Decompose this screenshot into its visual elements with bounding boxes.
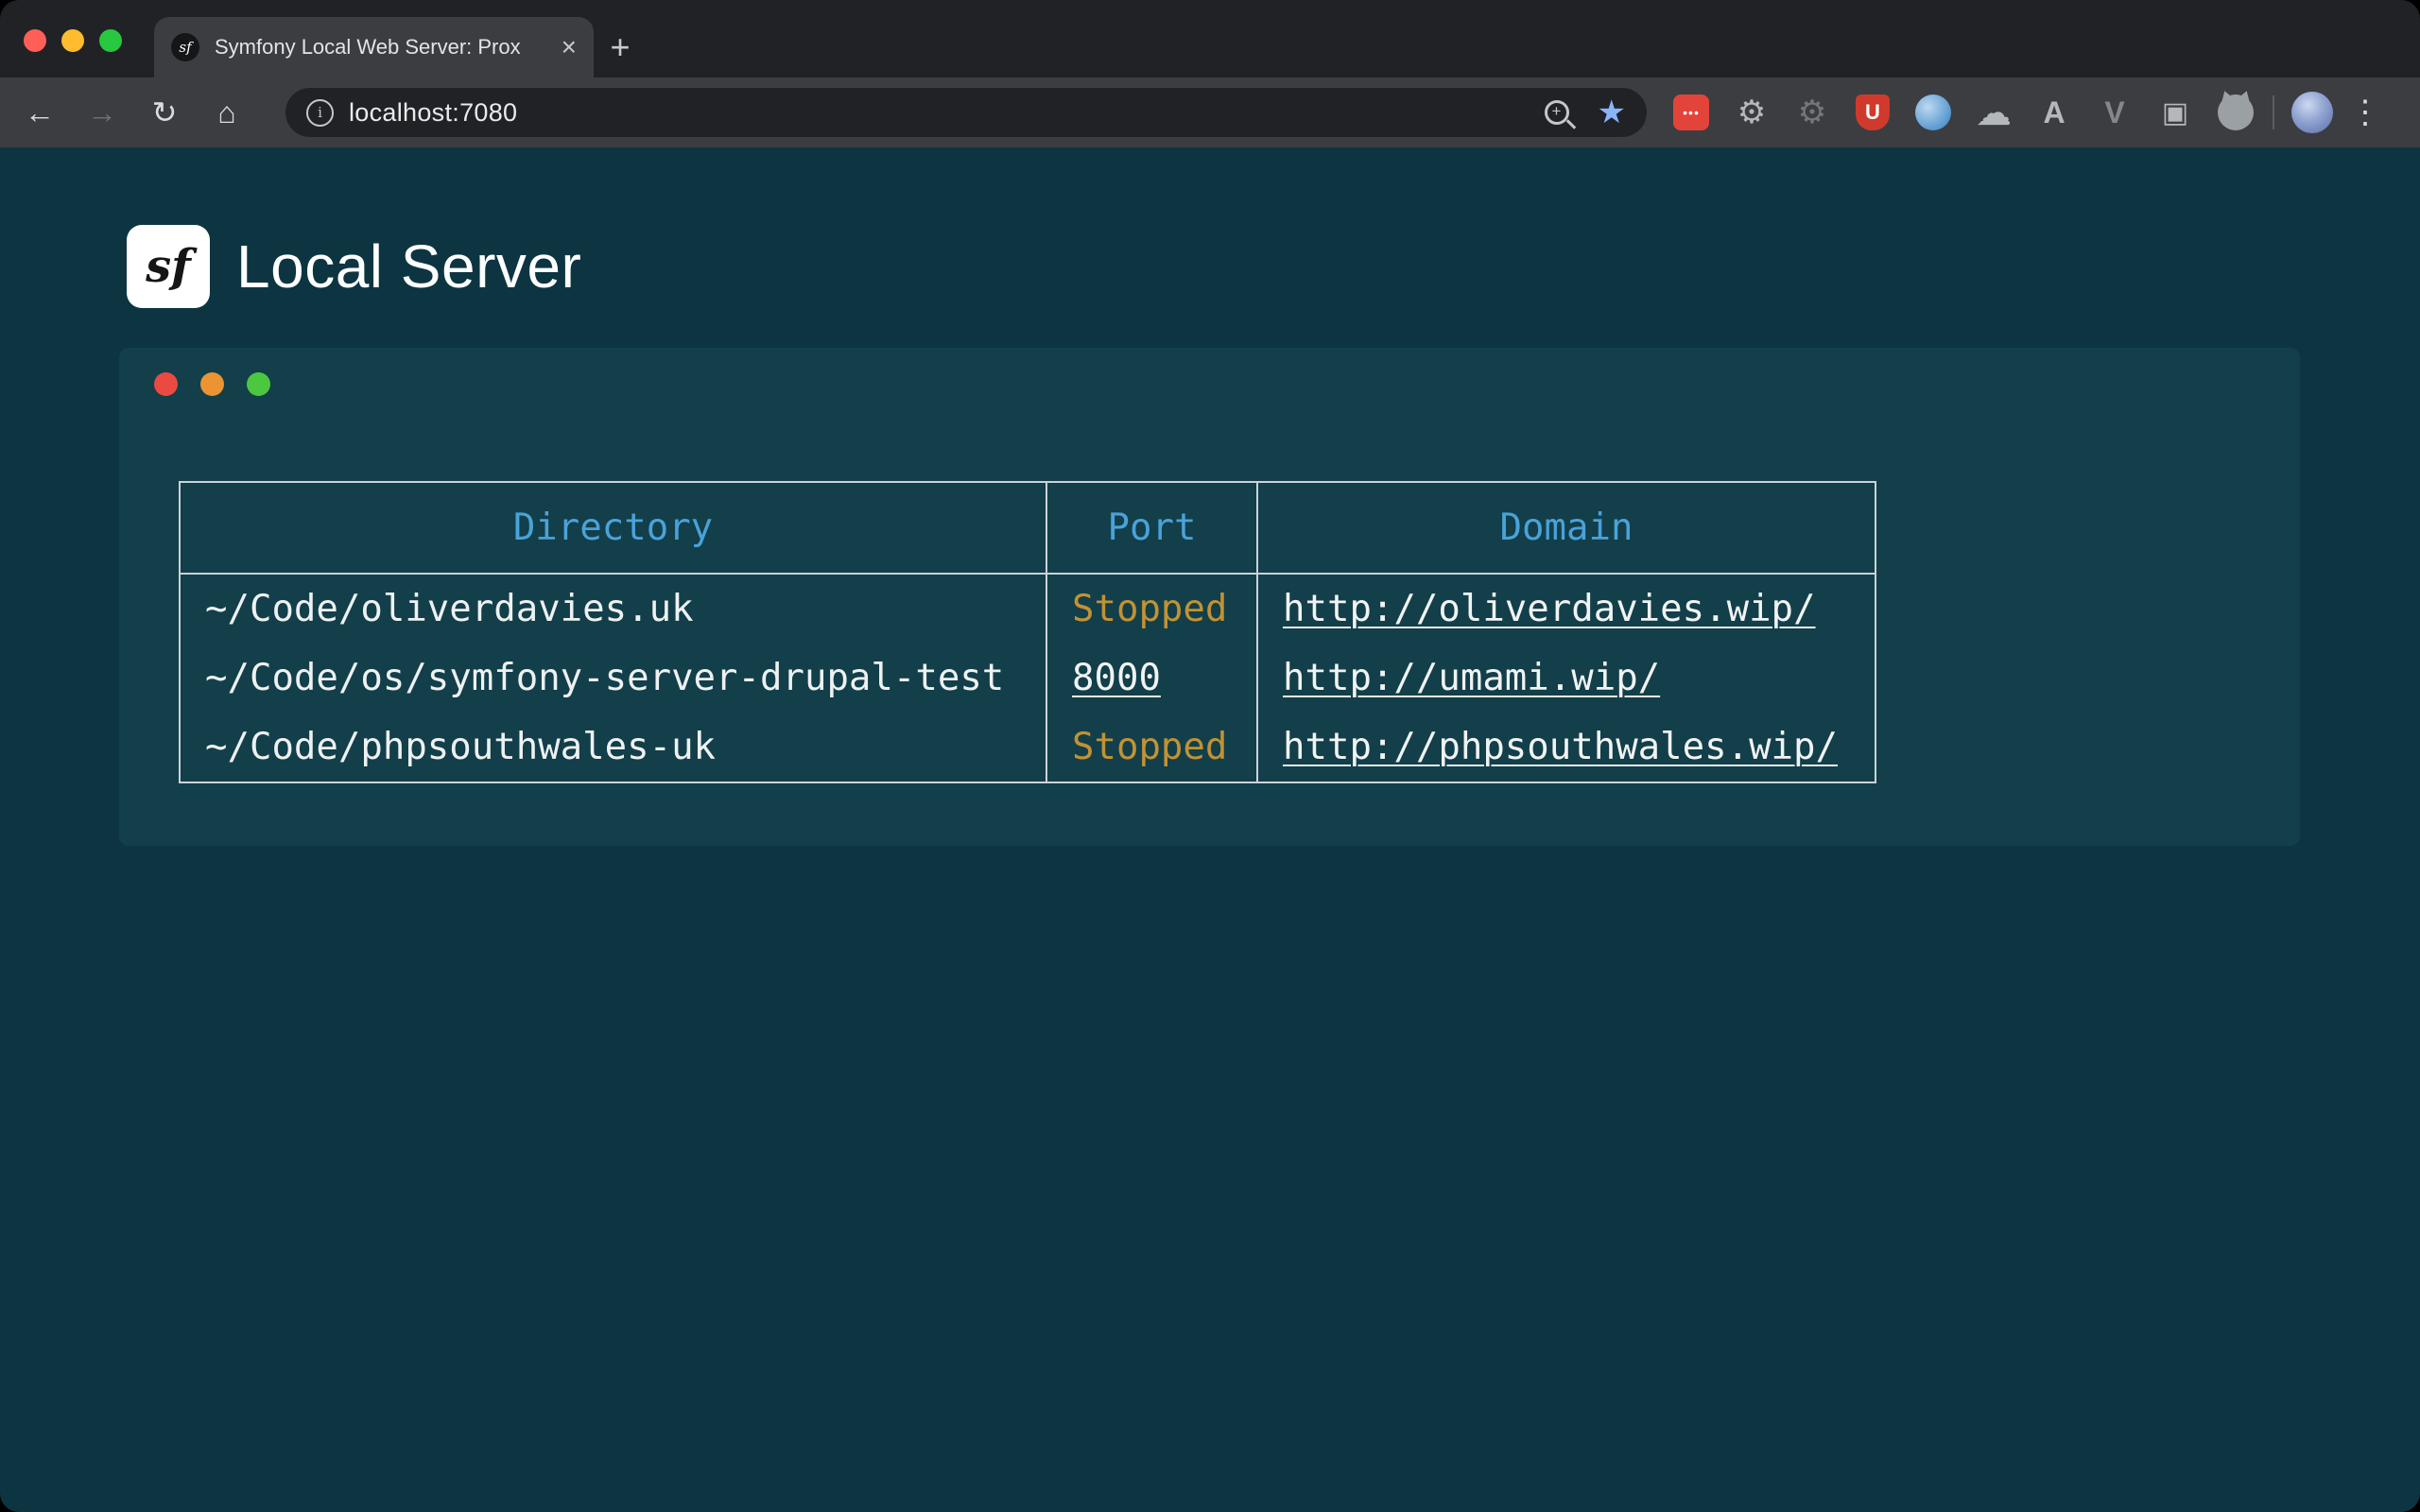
port-link[interactable]: 8000 xyxy=(1072,657,1161,699)
servers-table: Directory Port Domain ~/Code/oliverdavie… xyxy=(179,481,1876,783)
table-header-row: Directory Port Domain xyxy=(180,482,1876,574)
letter-a-extension-icon[interactable]: A xyxy=(2034,93,2074,132)
directory-cell: ~/Code/oliverdavies.uk xyxy=(180,574,1046,644)
minimize-window-button[interactable] xyxy=(61,29,84,52)
dark-gear-extension-icon[interactable]: ⚙ xyxy=(1792,93,1832,132)
octocat-badge xyxy=(2218,94,2254,130)
gear-extension-icon[interactable]: ⚙ xyxy=(1732,93,1772,132)
symfony-logo: sf xyxy=(127,225,210,308)
directory-cell: ~/Code/phpsouthwales-uk xyxy=(180,713,1046,782)
page-content: sf Local Server Directory Port Domain xyxy=(0,147,2420,1512)
back-button[interactable]: ← xyxy=(15,88,64,137)
card-traffic-lights xyxy=(154,372,270,396)
red-dots-extension-icon[interactable]: ••• xyxy=(1671,93,1711,132)
close-window-button[interactable] xyxy=(24,29,46,52)
forward-button[interactable]: → xyxy=(78,88,127,137)
cloud-extension-icon[interactable]: ☁ xyxy=(1974,93,2014,132)
domain-cell: http://umami.wip/ xyxy=(1257,644,1876,713)
reload-button[interactable]: ↻ xyxy=(140,88,189,137)
browser-window: sf Symfony Local Web Server: Prox × + ← … xyxy=(0,0,2420,1512)
domain-cell: http://oliverdavies.wip/ xyxy=(1257,574,1876,644)
vimium-extension-icon[interactable]: V xyxy=(2095,93,2135,132)
blue-circle-extension-icon[interactable] xyxy=(1913,93,1953,132)
column-header-domain: Domain xyxy=(1257,482,1876,574)
domain-link[interactable]: http://oliverdavies.wip/ xyxy=(1283,588,1816,630)
status-stopped: Stopped xyxy=(1072,588,1227,630)
red-dots-badge: ••• xyxy=(1673,94,1709,130)
tab-title: Symfony Local Web Server: Prox xyxy=(215,35,546,60)
url-text[interactable]: localhost:7080 xyxy=(349,98,517,128)
extensions-area: ••• ⚙ ⚙ U ☁ A V ▣ xyxy=(1671,93,2256,132)
home-button[interactable]: ⌂ xyxy=(202,88,251,137)
port-cell: 8000 xyxy=(1046,644,1257,713)
card-green-dot xyxy=(247,372,270,396)
new-tab-button[interactable]: + xyxy=(594,17,647,77)
status-stopped: Stopped xyxy=(1072,726,1227,768)
directory-cell: ~/Code/os/symfony-server-drupal-test xyxy=(180,644,1046,713)
toolbar-separator xyxy=(2273,95,2274,129)
browser-menu-icon[interactable]: ⋮ xyxy=(2346,94,2384,131)
column-header-port: Port xyxy=(1046,482,1257,574)
browser-tab[interactable]: sf Symfony Local Web Server: Prox × xyxy=(154,17,594,77)
site-info-icon[interactable]: i xyxy=(306,99,334,127)
tab-strip: sf Symfony Local Web Server: Prox × + xyxy=(0,0,2420,77)
domain-cell: http://phpsouthwales.wip/ xyxy=(1257,713,1876,782)
browser-toolbar: ← → ↻ ⌂ i localhost:7080 ★ ••• ⚙ ⚙ U ☁ A… xyxy=(0,77,2420,147)
symfony-favicon-icon: sf xyxy=(171,33,199,61)
card-orange-dot xyxy=(200,372,224,396)
zoom-icon[interactable] xyxy=(1545,100,1569,125)
card-red-dot xyxy=(154,372,178,396)
page-title: Local Server xyxy=(236,232,581,301)
server-card: Directory Port Domain ~/Code/oliverdavie… xyxy=(119,348,2300,846)
table-row: ~/Code/phpsouthwales-uk Stopped http://p… xyxy=(180,713,1876,782)
github-extension-icon[interactable] xyxy=(2216,93,2256,132)
column-header-directory: Directory xyxy=(180,482,1046,574)
port-cell: Stopped xyxy=(1046,713,1257,782)
blue-circle-badge xyxy=(1915,94,1951,130)
monitor-extension-icon[interactable]: ▣ xyxy=(2155,93,2195,132)
ublock-shield: U xyxy=(1856,94,1890,130)
bookmark-star-icon[interactable]: ★ xyxy=(1598,96,1626,129)
page-header: sf Local Server xyxy=(127,225,2420,308)
address-bar[interactable]: i localhost:7080 ★ xyxy=(285,88,1647,137)
port-cell: Stopped xyxy=(1046,574,1257,644)
domain-link[interactable]: http://phpsouthwales.wip/ xyxy=(1283,726,1838,768)
profile-avatar[interactable] xyxy=(2291,92,2333,133)
domain-link[interactable]: http://umami.wip/ xyxy=(1283,657,1660,699)
table-row: ~/Code/os/symfony-server-drupal-test 800… xyxy=(180,644,1876,713)
tab-close-icon[interactable]: × xyxy=(562,34,577,60)
window-traffic-lights xyxy=(24,29,122,52)
table-row: ~/Code/oliverdavies.uk Stopped http://ol… xyxy=(180,574,1876,644)
ublock-extension-icon[interactable]: U xyxy=(1853,93,1893,132)
maximize-window-button[interactable] xyxy=(99,29,122,52)
